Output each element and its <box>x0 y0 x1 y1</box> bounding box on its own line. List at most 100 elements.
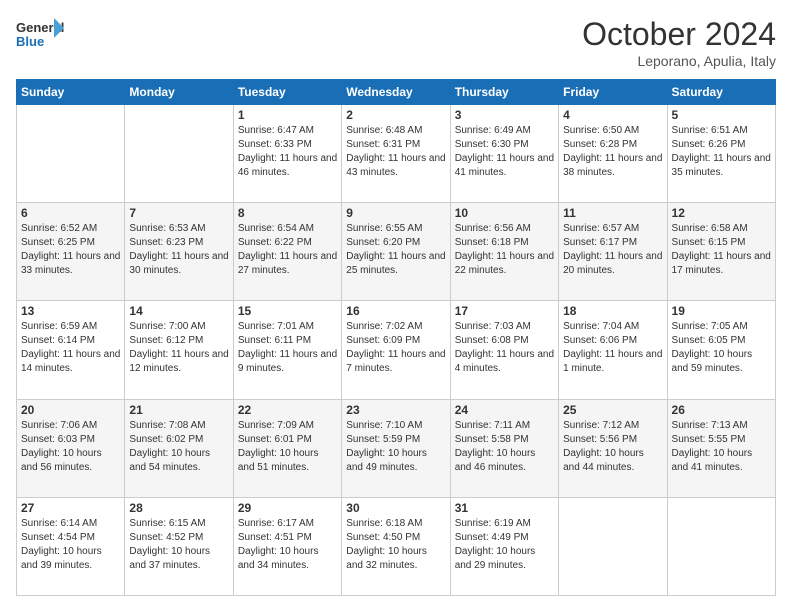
calendar-cell: 30Sunrise: 6:18 AMSunset: 4:50 PMDayligh… <box>342 497 450 595</box>
day-info: Sunrise: 6:14 AMSunset: 4:54 PMDaylight:… <box>21 518 102 571</box>
calendar-cell: 18Sunrise: 7:04 AMSunset: 6:06 PMDayligh… <box>559 301 667 399</box>
day-info: Sunrise: 6:58 AMSunset: 6:15 PMDaylight:… <box>672 223 771 276</box>
day-number: 3 <box>455 108 554 122</box>
calendar-cell: 27 Sunrise: 6:14 AMSunset: 4:54 PMDayligh… <box>17 497 125 595</box>
day-info: Sunrise: 7:11 AMSunset: 5:58 PMDaylight:… <box>455 420 536 473</box>
day-info: Sunrise: 6:17 AMSunset: 4:51 PMDaylight:… <box>238 518 319 571</box>
calendar-cell: 5Sunrise: 6:51 AMSunset: 6:26 PMDaylight… <box>667 105 775 203</box>
day-info: Sunrise: 6:57 AMSunset: 6:17 PMDaylight:… <box>563 223 662 276</box>
calendar-cell: 31Sunrise: 6:19 AMSunset: 4:49 PMDayligh… <box>450 497 558 595</box>
day-number: 14 <box>129 304 228 318</box>
calendar-cell: 17 Sunrise: 7:03 AMSunset: 6:08 PMDayligh… <box>450 301 558 399</box>
day-number: 12 <box>672 206 771 220</box>
day-info: Sunrise: 6:55 AMSunset: 6:20 PMDaylight:… <box>346 223 445 276</box>
calendar-cell: 20Sunrise: 7:06 AMSunset: 6:03 PMDayligh… <box>17 399 125 497</box>
calendar-cell: 15 Sunrise: 7:01 AMSunset: 6:11 PMDayligh… <box>233 301 341 399</box>
day-info: Sunrise: 6:52 AMSunset: 6:25 PMDaylight:… <box>21 223 120 276</box>
day-info: Sunrise: 7:04 AMSunset: 6:06 PMDaylight:… <box>563 321 662 374</box>
day-info: Sunrise: 7:00 AMSunset: 6:12 PMDaylight:… <box>129 321 228 374</box>
day-number: 10 <box>455 206 554 220</box>
calendar-table: SundayMondayTuesdayWednesdayThursdayFrid… <box>16 79 776 596</box>
day-number: 28 <box>129 501 228 515</box>
calendar-cell: 10 Sunrise: 6:56 AMSunset: 6:18 PMDayligh… <box>450 203 558 301</box>
weekday-header-wednesday: Wednesday <box>342 80 450 105</box>
day-info: Sunrise: 7:08 AMSunset: 6:02 PMDaylight:… <box>129 420 210 473</box>
day-number: 22 <box>238 403 337 417</box>
calendar-cell: 29Sunrise: 6:17 AMSunset: 4:51 PMDayligh… <box>233 497 341 595</box>
calendar-week-4: 20Sunrise: 7:06 AMSunset: 6:03 PMDayligh… <box>17 399 776 497</box>
weekday-header-sunday: Sunday <box>17 80 125 105</box>
day-info: Sunrise: 6:53 AMSunset: 6:23 PMDaylight:… <box>129 223 228 276</box>
day-info: Sunrise: 6:18 AMSunset: 4:50 PMDaylight:… <box>346 518 427 571</box>
day-number: 5 <box>672 108 771 122</box>
day-number: 26 <box>672 403 771 417</box>
calendar-cell: 3 Sunrise: 6:49 AMSunset: 6:30 PMDaylight… <box>450 105 558 203</box>
day-info: Sunrise: 7:01 AMSunset: 6:11 PMDaylight:… <box>238 321 337 374</box>
day-number: 23 <box>346 403 445 417</box>
calendar-cell: 24 Sunrise: 7:11 AMSunset: 5:58 PMDayligh… <box>450 399 558 497</box>
day-number: 2 <box>346 108 445 122</box>
calendar-cell <box>559 497 667 595</box>
day-info: Sunrise: 7:12 AMSunset: 5:56 PMDaylight:… <box>563 420 644 473</box>
calendar-cell: 9 Sunrise: 6:55 AMSunset: 6:20 PMDaylight… <box>342 203 450 301</box>
day-number: 6 <box>21 206 120 220</box>
day-number: 4 <box>563 108 662 122</box>
weekday-header-thursday: Thursday <box>450 80 558 105</box>
day-number: 16 <box>346 304 445 318</box>
calendar-cell: 6 Sunrise: 6:52 AMSunset: 6:25 PMDaylight… <box>17 203 125 301</box>
calendar-cell: 1 Sunrise: 6:47 AMSunset: 6:33 PMDaylight… <box>233 105 341 203</box>
day-info: Sunrise: 6:49 AMSunset: 6:30 PMDaylight:… <box>455 125 554 178</box>
day-info: Sunrise: 6:59 AMSunset: 6:14 PMDaylight:… <box>21 321 120 374</box>
calendar-cell: 28Sunrise: 6:15 AMSunset: 4:52 PMDayligh… <box>125 497 233 595</box>
day-number: 1 <box>238 108 337 122</box>
calendar-week-2: 6 Sunrise: 6:52 AMSunset: 6:25 PMDaylight… <box>17 203 776 301</box>
day-number: 17 <box>455 304 554 318</box>
day-number: 11 <box>563 206 662 220</box>
calendar-cell: 11 Sunrise: 6:57 AMSunset: 6:17 PMDayligh… <box>559 203 667 301</box>
day-info: Sunrise: 7:05 AMSunset: 6:05 PMDaylight:… <box>672 321 753 374</box>
day-info: Sunrise: 7:02 AMSunset: 6:09 PMDaylight:… <box>346 321 445 374</box>
weekday-header-tuesday: Tuesday <box>233 80 341 105</box>
calendar-week-3: 13 Sunrise: 6:59 AMSunset: 6:14 PMDayligh… <box>17 301 776 399</box>
calendar-cell: 12 Sunrise: 6:58 AMSunset: 6:15 PMDayligh… <box>667 203 775 301</box>
weekday-header-row: SundayMondayTuesdayWednesdayThursdayFrid… <box>17 80 776 105</box>
month-title: October 2024 <box>582 16 776 53</box>
calendar-cell: 4Sunrise: 6:50 AMSunset: 6:28 PMDaylight… <box>559 105 667 203</box>
calendar-cell <box>667 497 775 595</box>
calendar-cell: 25 Sunrise: 7:12 AMSunset: 5:56 PMDayligh… <box>559 399 667 497</box>
day-number: 27 <box>21 501 120 515</box>
weekday-header-monday: Monday <box>125 80 233 105</box>
day-info: Sunrise: 6:56 AMSunset: 6:18 PMDaylight:… <box>455 223 554 276</box>
calendar-cell: 16 Sunrise: 7:02 AMSunset: 6:09 PMDayligh… <box>342 301 450 399</box>
calendar-cell: 21Sunrise: 7:08 AMSunset: 6:02 PMDayligh… <box>125 399 233 497</box>
logo: General Blue <box>16 16 66 56</box>
calendar-cell: 22Sunrise: 7:09 AMSunset: 6:01 PMDayligh… <box>233 399 341 497</box>
day-number: 13 <box>21 304 120 318</box>
calendar-cell: 2 Sunrise: 6:48 AMSunset: 6:31 PMDaylight… <box>342 105 450 203</box>
calendar-cell <box>17 105 125 203</box>
day-info: Sunrise: 7:03 AMSunset: 6:08 PMDaylight:… <box>455 321 554 374</box>
calendar-cell <box>125 105 233 203</box>
title-block: October 2024 Leporano, Apulia, Italy <box>582 16 776 69</box>
day-number: 19 <box>672 304 771 318</box>
calendar-week-5: 27 Sunrise: 6:14 AMSunset: 4:54 PMDayligh… <box>17 497 776 595</box>
day-number: 7 <box>129 206 228 220</box>
calendar-cell: 23 Sunrise: 7:10 AMSunset: 5:59 PMDayligh… <box>342 399 450 497</box>
weekday-header-saturday: Saturday <box>667 80 775 105</box>
svg-text:Blue: Blue <box>16 34 44 49</box>
day-number: 8 <box>238 206 337 220</box>
day-number: 25 <box>563 403 662 417</box>
calendar-cell: 14 Sunrise: 7:00 AMSunset: 6:12 PMDayligh… <box>125 301 233 399</box>
calendar-cell: 26Sunrise: 7:13 AMSunset: 5:55 PMDayligh… <box>667 399 775 497</box>
day-info: Sunrise: 6:48 AMSunset: 6:31 PMDaylight:… <box>346 125 445 178</box>
calendar-week-1: 1 Sunrise: 6:47 AMSunset: 6:33 PMDaylight… <box>17 105 776 203</box>
day-info: Sunrise: 7:10 AMSunset: 5:59 PMDaylight:… <box>346 420 427 473</box>
day-number: 24 <box>455 403 554 417</box>
calendar-cell: 8Sunrise: 6:54 AMSunset: 6:22 PMDaylight… <box>233 203 341 301</box>
weekday-header-friday: Friday <box>559 80 667 105</box>
day-number: 9 <box>346 206 445 220</box>
day-info: Sunrise: 6:19 AMSunset: 4:49 PMDaylight:… <box>455 518 536 571</box>
day-number: 15 <box>238 304 337 318</box>
day-info: Sunrise: 6:47 AMSunset: 6:33 PMDaylight:… <box>238 125 337 178</box>
location-subtitle: Leporano, Apulia, Italy <box>582 53 776 69</box>
